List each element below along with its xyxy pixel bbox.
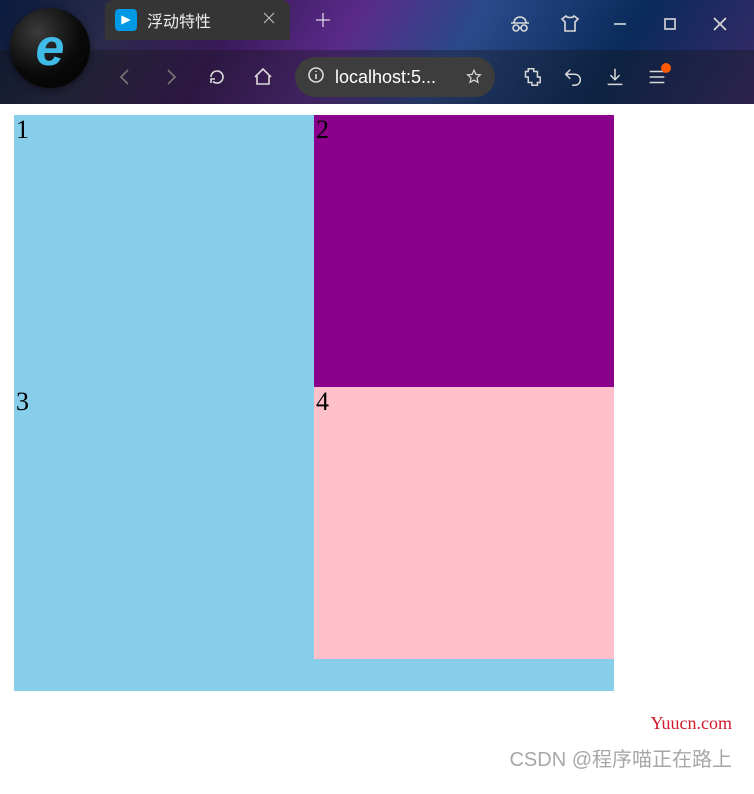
box-3: 3 [14,387,314,659]
close-window-button[interactable] [700,6,740,42]
watermark-csdn: CSDN @程序喵正在路上 [509,743,732,772]
incognito-icon[interactable] [500,6,540,42]
float-demo-container: 1 2 3 4 [14,115,614,691]
menu-button[interactable] [637,57,677,97]
tab-favicon [115,9,137,31]
maximize-button[interactable] [650,6,690,42]
tabstrip: 浮动特性 [105,0,340,40]
address-bar[interactable]: localhost:5... [295,57,495,97]
star-icon[interactable] [465,68,483,86]
browser-tab[interactable]: 浮动特性 [105,0,290,40]
watermark-site: Yuucn.com [651,713,732,734]
extensions-button[interactable] [511,57,551,97]
tab-title: 浮动特性 [147,8,252,32]
browser-chrome: e 浮动特性 [0,0,754,104]
box-4: 4 [314,387,614,659]
home-button[interactable] [243,57,283,97]
download-button[interactable] [595,57,635,97]
app-logo[interactable]: e [10,8,90,88]
page-viewport: 1 2 3 4 Yuucn.com CSDN @程序喵正在路上 [0,104,754,794]
titlebar: 浮动特性 [0,0,754,50]
undo-button[interactable] [553,57,593,97]
app-logo-letter: e [36,22,65,74]
back-button[interactable] [105,57,145,97]
address-url: localhost:5... [335,67,455,88]
toolbar-right [511,57,677,97]
box-1: 1 [14,115,314,387]
window-controls [500,0,754,42]
info-icon[interactable] [307,66,325,89]
new-tab-button[interactable] [306,3,340,37]
close-icon[interactable] [262,11,276,30]
forward-button[interactable] [151,57,191,97]
minimize-button[interactable] [600,6,640,42]
reload-button[interactable] [197,57,237,97]
toolbar: localhost:5... [0,50,754,104]
tshirt-icon[interactable] [550,6,590,42]
box-2: 2 [314,115,614,387]
